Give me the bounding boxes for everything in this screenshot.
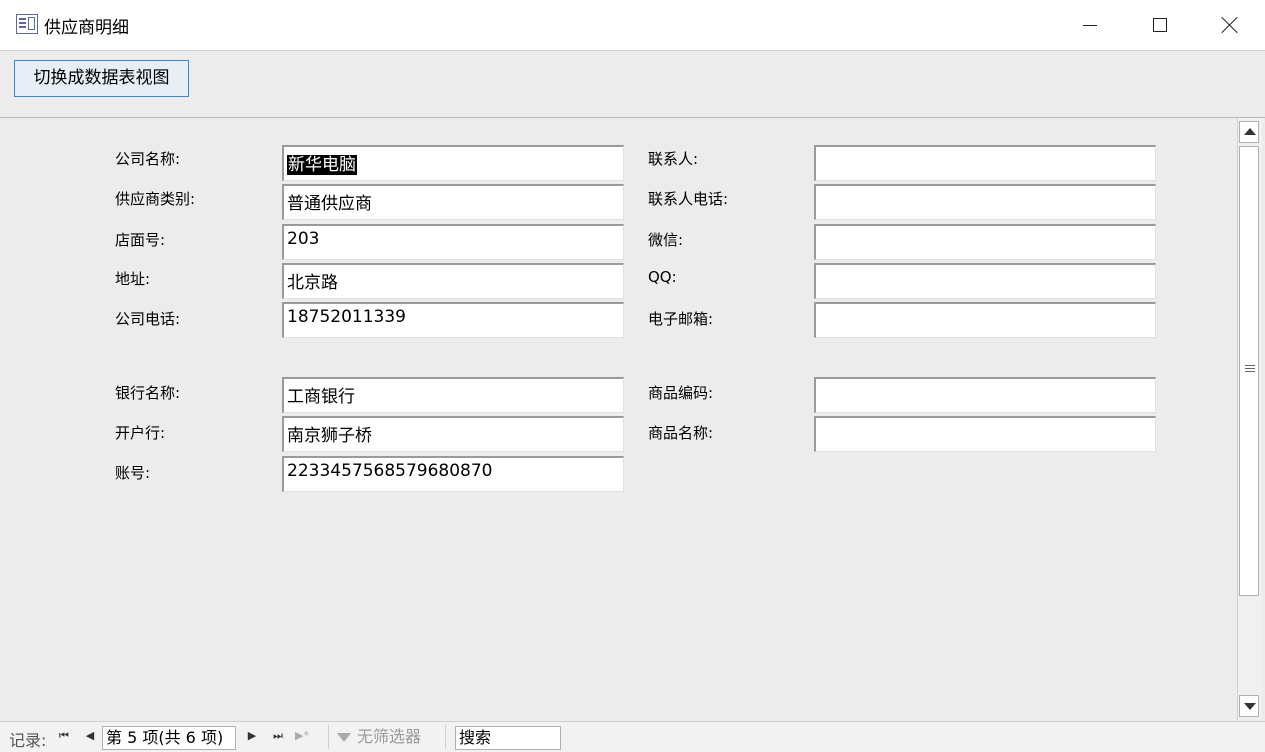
company-phone-label: 公司电话:	[115, 310, 181, 328]
address-label: 地址:	[115, 270, 151, 288]
product-name-label: 商品名称:	[648, 424, 714, 442]
form-header: 切换成数据表视图	[0, 51, 1265, 118]
bank-branch-field[interactable]: 南京狮子桥	[282, 416, 624, 452]
account-number-field[interactable]: 2233457568579680870	[282, 456, 624, 492]
bank-branch-label: 开户行:	[115, 424, 166, 442]
next-record-button[interactable]: ▶	[244, 727, 260, 745]
company-name-label: 公司名称:	[115, 150, 181, 168]
product-name-field[interactable]	[814, 416, 1156, 452]
contact-field[interactable]	[814, 145, 1156, 181]
new-record-button[interactable]: ▶*	[294, 727, 310, 745]
contact-label: 联系人:	[648, 150, 699, 168]
scroll-down-button[interactable]	[1239, 695, 1259, 717]
supplier-category-field[interactable]: 普通供应商	[282, 184, 624, 220]
wechat-field[interactable]	[814, 224, 1156, 260]
filter-label: 无筛选器	[357, 727, 422, 746]
email-label: 电子邮箱:	[648, 310, 714, 328]
qq-field[interactable]	[814, 263, 1156, 299]
scroll-up-button[interactable]	[1239, 121, 1259, 143]
filter-icon	[337, 733, 351, 742]
close-button[interactable]	[1195, 0, 1265, 50]
title-bar: 供应商明细	[0, 0, 1265, 51]
filter-toggle[interactable]: 无筛选器	[328, 725, 446, 749]
grip-icon	[1245, 365, 1255, 366]
switch-to-datasheet-button[interactable]: 切换成数据表视图	[14, 60, 189, 97]
company-phone-field[interactable]: 18752011339	[282, 302, 624, 338]
email-field[interactable]	[814, 302, 1156, 338]
store-number-field[interactable]: 203	[282, 224, 624, 260]
product-code-field[interactable]	[814, 377, 1156, 413]
form-detail: 公司名称: 新华电脑 供应商类别: 普通供应商 店面号: 203 地址: 北京路…	[0, 118, 1236, 720]
company-name-field[interactable]: 新华电脑	[282, 145, 624, 181]
current-record-field[interactable]: 第 5 项(共 6 项)	[102, 726, 236, 750]
scroll-thumb[interactable]	[1239, 146, 1259, 596]
maximize-icon	[1153, 18, 1167, 32]
bank-name-label: 银行名称:	[115, 384, 181, 402]
minimize-button[interactable]	[1055, 0, 1125, 50]
wechat-label: 微信:	[648, 231, 684, 249]
contact-phone-label: 联系人电话:	[648, 190, 729, 208]
qq-label: QQ:	[648, 268, 677, 286]
form-icon	[16, 14, 38, 34]
address-field[interactable]: 北京路	[282, 263, 624, 299]
first-record-button[interactable]: ⏮	[56, 727, 72, 745]
store-number-label: 店面号:	[115, 231, 166, 249]
window-title: 供应商明细	[44, 18, 129, 38]
company-name-value: 新华电脑	[287, 155, 357, 175]
supplier-category-label: 供应商类别:	[115, 190, 196, 208]
record-navigation-bar: 记录: ⏮ ◀ 第 5 项(共 6 项) ▶ ⏭ ▶* 无筛选器 搜索	[0, 721, 1265, 752]
record-label: 记录:	[9, 731, 47, 750]
contact-phone-field[interactable]	[814, 184, 1156, 220]
previous-record-button[interactable]: ◀	[82, 727, 98, 745]
bank-name-field[interactable]: 工商银行	[282, 377, 624, 413]
maximize-button[interactable]	[1125, 0, 1195, 50]
minimize-icon	[1083, 24, 1097, 26]
search-input[interactable]: 搜索	[455, 726, 561, 750]
account-number-label: 账号:	[115, 464, 151, 482]
product-code-label: 商品编码:	[648, 384, 714, 402]
vertical-scrollbar[interactable]	[1237, 118, 1262, 720]
last-record-button[interactable]: ⏭	[270, 727, 286, 745]
close-icon	[1221, 16, 1239, 34]
